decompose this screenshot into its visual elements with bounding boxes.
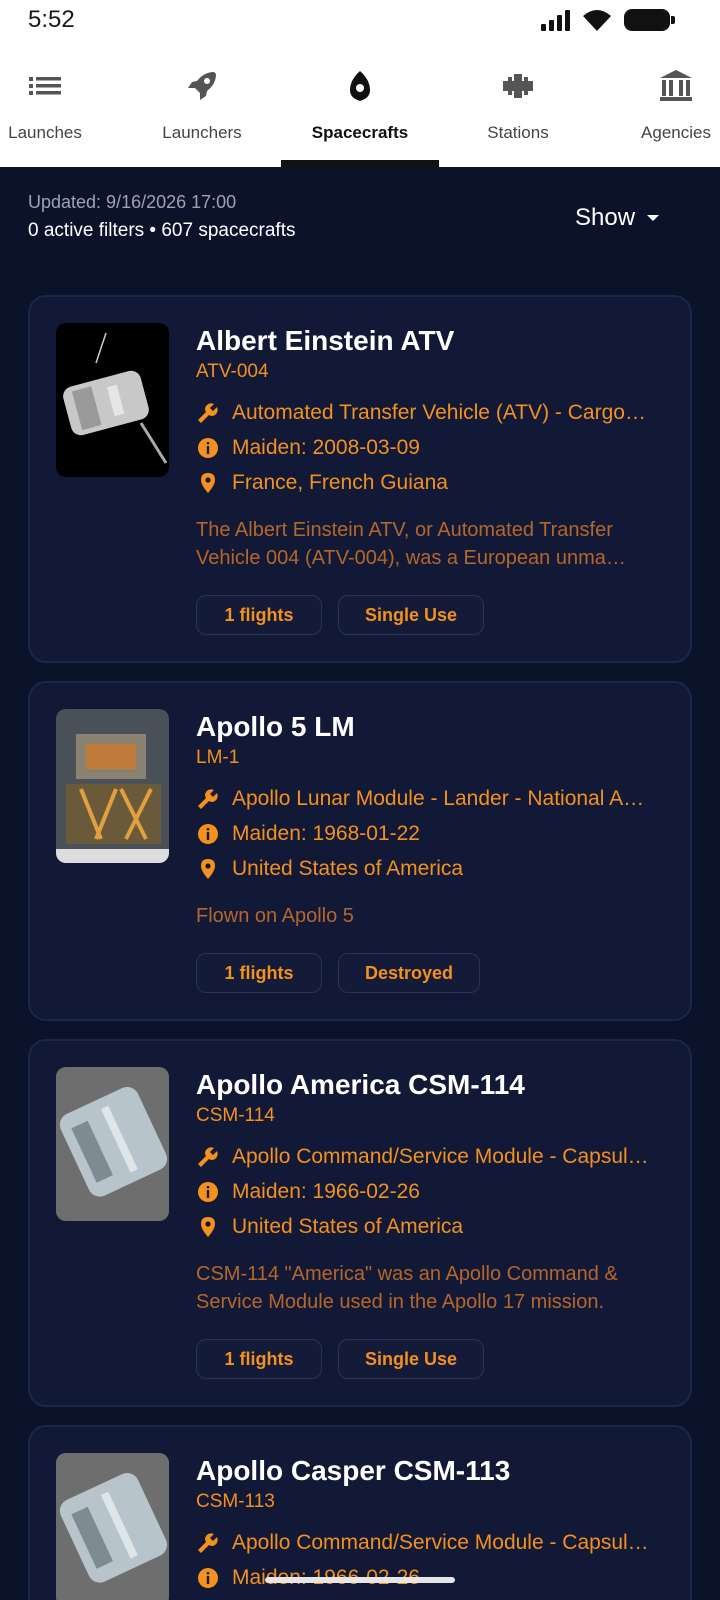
- spacecraft-image: [56, 1453, 169, 1600]
- config-text: Apollo Command/Service Module - Capsul…: [232, 1531, 649, 1554]
- spacecraft-description: CSM-114 "America" was an Apollo Command …: [196, 1263, 618, 1313]
- list-icon: [29, 77, 61, 95]
- show-dropdown[interactable]: Show: [575, 204, 660, 232]
- status-icons: [541, 8, 675, 32]
- maiden-row: Maiden: 1968-01-22: [196, 822, 666, 846]
- location-text: United States of America: [232, 857, 464, 880]
- wrench-icon: [198, 789, 218, 809]
- tab-spacecrafts[interactable]: Spacecrafts: [281, 60, 439, 167]
- tab-label: Spacecrafts: [311, 123, 409, 142]
- location-pin-icon: [201, 473, 215, 493]
- spacecraft-card[interactable]: Apollo America CSM-114 CSM-114 Apollo Co…: [28, 1039, 692, 1407]
- flights-chip: 1 flights: [196, 953, 322, 993]
- tab-launchers[interactable]: Launchers: [152, 60, 252, 167]
- info-icon: [198, 1568, 218, 1588]
- status-chip: Destroyed: [338, 953, 480, 993]
- spacecraft-serial: CSM-113: [196, 1491, 275, 1512]
- config-row: Apollo Lunar Module - Lander - National …: [196, 787, 666, 811]
- spacecraft-image: [56, 1067, 169, 1221]
- tab-stations[interactable]: Stations: [466, 60, 570, 167]
- spacecraft-serial: LM-1: [196, 747, 240, 768]
- maiden-row: Maiden: 1966-02-26: [196, 1180, 666, 1204]
- location-text: United States of America: [232, 1215, 464, 1238]
- info-icon: [198, 1182, 218, 1202]
- spacecraft-card[interactable]: Apollo Casper CSM-113 CSM-113 Apollo Com…: [28, 1425, 692, 1600]
- spacecraft-image: [56, 709, 169, 863]
- wifi-icon: [583, 10, 611, 31]
- spacecraft-title: Apollo America CSM-114: [196, 1069, 525, 1100]
- filter-summary: 0 active filters • 607 spacecrafts: [28, 220, 296, 241]
- rocket-icon: [188, 72, 216, 100]
- maiden-text: Maiden: 1968-01-22: [232, 822, 420, 845]
- tab-launches[interactable]: Launches: [0, 60, 90, 167]
- wrench-icon: [198, 403, 218, 423]
- tab-label: Launchers: [162, 123, 242, 142]
- spacecraft-serial: ATV-004: [196, 361, 269, 382]
- wrench-icon: [198, 1533, 218, 1553]
- maiden-text: Maiden: 2008-03-09: [232, 436, 420, 459]
- satellite-icon: [503, 74, 533, 98]
- location-row: France, French Guiana: [196, 471, 666, 495]
- spacecraft-card[interactable]: Apollo 5 LM LM-1 Apollo Lunar Module - L…: [28, 681, 692, 1021]
- info-icon: [198, 824, 218, 844]
- maiden-row: Maiden: 2008-03-09: [196, 436, 666, 460]
- config-row: Automated Transfer Vehicle (ATV) - Cargo…: [196, 401, 666, 425]
- config-text: Apollo Lunar Module - Lander - National …: [232, 787, 645, 810]
- tab-bar: Launches Launchers Spacecrafts Stations: [0, 60, 720, 167]
- status-bar: 5:52: [0, 0, 720, 44]
- config-row: Apollo Command/Service Module - Capsul…: [196, 1145, 666, 1169]
- show-label: Show: [575, 204, 636, 231]
- config-row: Apollo Command/Service Module - Capsul…: [196, 1531, 666, 1555]
- wrench-icon: [198, 1147, 218, 1167]
- maiden-text: Maiden: 1966-02-26: [232, 1180, 420, 1203]
- spacecraft-serial: CSM-114: [196, 1105, 275, 1126]
- status-time: 5:52: [28, 6, 75, 33]
- flights-chip: 1 flights: [196, 595, 322, 635]
- signal-icon: [541, 9, 570, 31]
- chevron-down-icon: [647, 215, 660, 221]
- location-pin-icon: [201, 1217, 215, 1237]
- config-text: Apollo Command/Service Module - Capsul…: [232, 1145, 649, 1168]
- tab-agencies[interactable]: Agencies: [632, 60, 720, 167]
- location-row: United States of America: [196, 1215, 666, 1239]
- status-chip: Single Use: [338, 595, 484, 635]
- home-indicator[interactable]: [265, 1577, 455, 1583]
- spacecraft-description: The Albert Einstein ATV, or Automated Tr…: [196, 519, 626, 569]
- spacecraft-title: Apollo 5 LM: [196, 711, 355, 742]
- tab-label: Agencies: [641, 123, 711, 142]
- capsule-icon: [350, 71, 370, 101]
- app-header: 5:52 Launches Launchers Spacecrafts Stat…: [0, 0, 720, 167]
- spacecraft-card[interactable]: Albert Einstein ATV ATV-004 Automated Tr…: [28, 295, 692, 663]
- spacecraft-title: Apollo Casper CSM-113: [196, 1455, 511, 1486]
- battery-icon: [624, 9, 675, 31]
- building-icon: [660, 70, 692, 101]
- status-chip: Single Use: [338, 1339, 484, 1379]
- flights-chip: 1 flights: [196, 1339, 322, 1379]
- location-row: United States of America: [196, 857, 666, 881]
- tab-label: Launches: [8, 123, 82, 142]
- spacecraft-description: Flown on Apollo 5: [196, 905, 354, 927]
- spacecraft-title: Albert Einstein ATV: [196, 325, 455, 356]
- config-text: Automated Transfer Vehicle (ATV) - Cargo…: [232, 401, 646, 424]
- location-text: France, French Guiana: [232, 471, 448, 494]
- updated-timestamp: Updated: 9/16/2026 17:00: [28, 192, 237, 212]
- active-tab-indicator: [281, 160, 439, 167]
- location-pin-icon: [201, 859, 215, 879]
- spacecraft-image: [56, 323, 169, 477]
- info-icon: [198, 438, 218, 458]
- tab-label: Stations: [487, 123, 549, 142]
